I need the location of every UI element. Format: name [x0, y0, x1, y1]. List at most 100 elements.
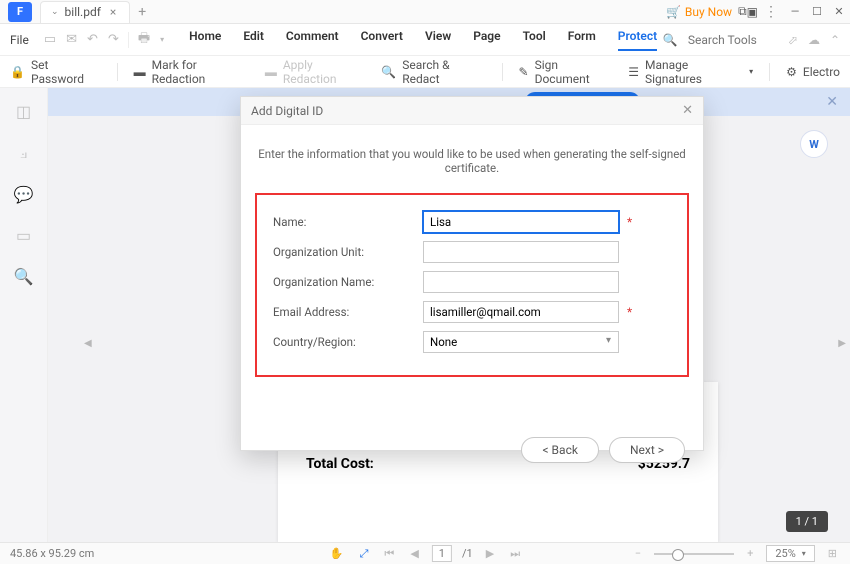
chevron-down-icon: ▾ [749, 67, 753, 76]
search-icon: 🔍 [663, 33, 678, 47]
attachments-icon[interactable]: ▭ [16, 226, 31, 245]
document-tab[interactable]: ⌄ bill.pdf × [40, 1, 130, 23]
redact-apply-icon: ▬ [265, 65, 277, 79]
mark-redaction-button[interactable]: ▬ Mark for Redaction [134, 58, 249, 86]
page-current[interactable]: 1 [439, 547, 445, 560]
new-tab-button[interactable]: + [138, 4, 146, 20]
file-menu[interactable]: File [10, 33, 29, 47]
bookmark-icon[interactable]: ⟓ [20, 143, 28, 163]
hand-tool-icon[interactable]: ✋ [327, 547, 347, 560]
menu-convert[interactable]: Convert [361, 29, 403, 51]
mail-icon[interactable]: ✉ [61, 32, 82, 47]
search-redact-button[interactable]: 🔍 Search & Redact [381, 58, 485, 86]
zoom-slider[interactable] [654, 553, 734, 555]
sidebar: ◫ ⟓ 💬 ▭ 🔍 [0, 88, 48, 542]
sign-icon: ✎ [519, 65, 529, 79]
next-page-icon[interactable]: ▶ [483, 547, 497, 560]
menu-edit[interactable]: Edit [243, 29, 264, 51]
name-label: Name: [273, 215, 423, 229]
search-redact-icon: 🔍 [381, 65, 396, 79]
sign-document-button[interactable]: ✎ Sign Document [519, 58, 613, 86]
manage-signatures-label: Manage Signatures [645, 58, 743, 86]
tab-title: bill.pdf [65, 5, 101, 19]
undo-icon[interactable]: ↶ [82, 32, 103, 47]
zoom-value: 25% [775, 547, 795, 560]
set-password-button[interactable]: 🔒 Set Password [10, 58, 101, 86]
menu-comment[interactable]: Comment [286, 29, 339, 51]
zoom-select[interactable]: 25% ▾ [766, 545, 814, 562]
dialog-close-icon[interactable]: ✕ [682, 103, 693, 118]
menu-page[interactable]: Page [473, 29, 500, 51]
cart-icon: 🛒 [666, 5, 681, 19]
redact-mark-icon: ▬ [134, 65, 146, 79]
prev-page-side[interactable]: ◀ [84, 338, 92, 349]
apply-redaction-label: Apply Redaction [283, 58, 365, 86]
menu-tool[interactable]: Tool [523, 29, 546, 51]
page-total: /1 [462, 547, 473, 560]
buy-now-button[interactable]: 🛒 Buy Now [660, 5, 738, 19]
redo-icon[interactable]: ↷ [103, 32, 124, 47]
search-redact-label: Search & Redact [402, 58, 485, 86]
apply-redaction-button: ▬ Apply Redaction [265, 58, 365, 86]
more-menu[interactable]: ⋮ [758, 4, 784, 20]
maximize-button[interactable]: ☐ [806, 5, 828, 18]
banner-close-icon[interactable]: ✕ [826, 94, 838, 110]
separator [128, 32, 129, 48]
org-name-field[interactable] [423, 271, 619, 293]
name-field[interactable] [423, 211, 619, 233]
org-unit-label: Organization Unit: [273, 245, 423, 259]
cloud-icon[interactable]: ☁ [808, 33, 820, 47]
close-window-button[interactable]: ✕ [828, 5, 850, 18]
chevron-down-icon: ▾ [802, 549, 806, 558]
electronic-label: Electro [803, 65, 840, 79]
app-logo: F [8, 2, 32, 22]
open-external-icon[interactable]: ⬀ [788, 33, 798, 47]
caret-up-icon[interactable]: ⌃ [830, 33, 840, 47]
menu-view[interactable]: View [425, 29, 451, 51]
country-label: Country/Region: [273, 335, 423, 349]
print-dropdown-icon[interactable]: ▾ [155, 35, 169, 44]
menu-form[interactable]: Form [568, 29, 596, 51]
word-export-badge[interactable]: W [800, 130, 828, 158]
zoom-out-icon[interactable]: − [632, 547, 644, 560]
dialog-form-frame: Name: * Organization Unit: Organization … [255, 193, 689, 377]
search-panel-icon[interactable]: 🔍 [14, 267, 34, 286]
separator [117, 63, 118, 81]
notification-icon[interactable]: ▣ [747, 5, 758, 19]
share-icon[interactable]: ⧉ [738, 4, 747, 19]
save-icon[interactable]: ▭ [39, 32, 61, 47]
last-page-icon[interactable]: ⏭ [507, 547, 523, 561]
next-button[interactable]: Next > [609, 437, 685, 463]
required-marker: * [627, 215, 632, 229]
page-count-badge: 1 / 1 [786, 511, 828, 532]
country-select[interactable] [423, 331, 619, 353]
set-password-label: Set Password [31, 58, 101, 86]
minimize-button[interactable]: — [784, 5, 806, 18]
cursor-coords: 45.86 x 95.29 cm [10, 547, 94, 560]
email-field[interactable] [423, 301, 619, 323]
dialog-title: Add Digital ID [251, 104, 323, 118]
electronic-button[interactable]: ⚙ Electro [786, 65, 840, 79]
close-tab-icon[interactable]: × [107, 5, 119, 19]
prev-page-icon[interactable]: ◀ [407, 547, 421, 560]
back-button[interactable]: < Back [521, 437, 598, 463]
separator [769, 63, 770, 81]
manage-signatures-button[interactable]: ☰ Manage Signatures ▾ [628, 58, 753, 86]
buy-now-label: Buy Now [685, 5, 732, 19]
next-page-side[interactable]: ▶ [838, 338, 846, 349]
select-tool-icon[interactable]: ⤢ [357, 547, 372, 561]
print-icon[interactable]: 🖶 [133, 29, 155, 51]
email-label: Email Address: [273, 305, 423, 319]
menu-protect[interactable]: Protect [618, 29, 657, 51]
search-input[interactable] [688, 33, 778, 47]
menu-home[interactable]: Home [189, 29, 221, 51]
chevron-down-icon: ⌄ [51, 7, 59, 17]
org-unit-field[interactable] [423, 241, 619, 263]
first-page-icon[interactable]: ⏮ [381, 547, 397, 561]
comments-icon[interactable]: 💬 [14, 185, 34, 204]
thumbnails-icon[interactable]: ◫ [16, 102, 31, 121]
dialog-message: Enter the information that you would lik… [241, 125, 703, 193]
zoom-in-icon[interactable]: + [744, 547, 756, 560]
fit-page-icon[interactable]: ⊞ [825, 547, 840, 560]
mark-redaction-label: Mark for Redaction [152, 58, 249, 86]
